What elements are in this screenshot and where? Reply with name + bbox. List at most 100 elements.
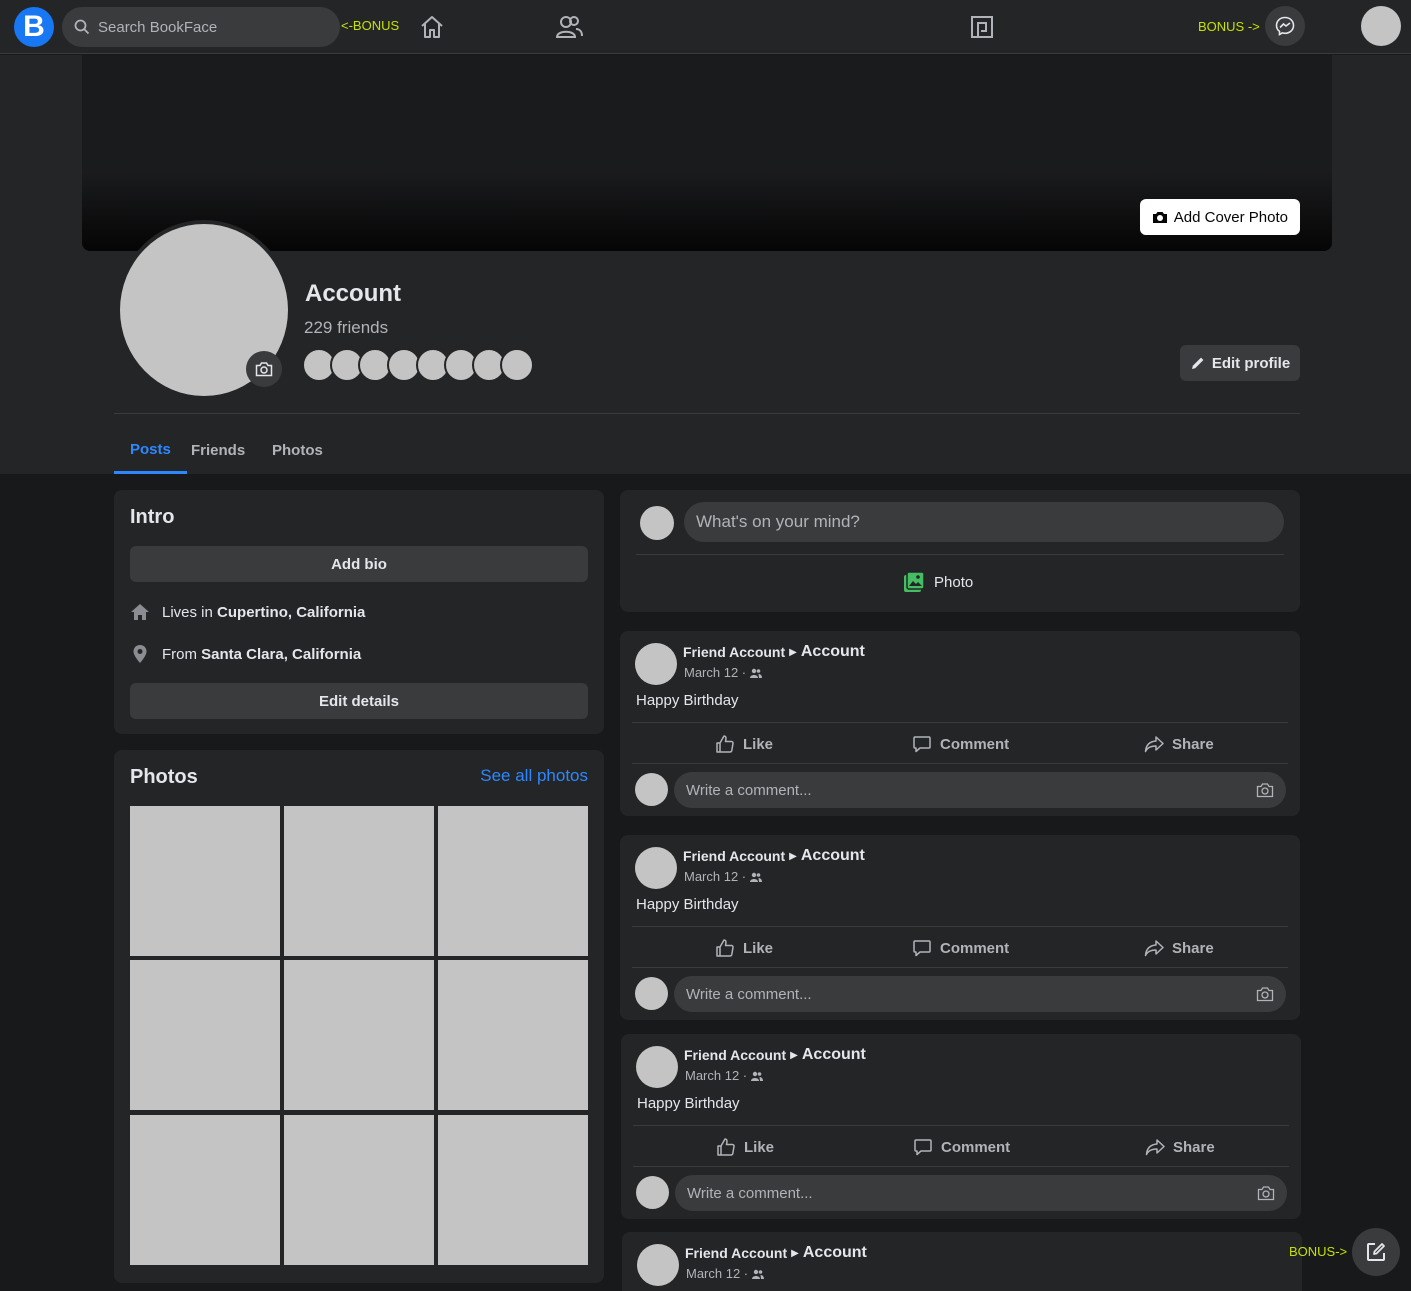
camera-icon[interactable] (1257, 1185, 1275, 1201)
composer-avatar[interactable] (640, 506, 674, 540)
gaming-nav-button[interactable] (962, 7, 1002, 47)
like-button[interactable]: Like (716, 1137, 774, 1157)
from-place[interactable]: Santa Clara, California (201, 646, 361, 663)
commenter-avatar[interactable] (636, 1176, 669, 1209)
camera-icon[interactable] (1256, 986, 1274, 1002)
lives-in-prefix: Lives in (162, 603, 213, 621)
photo-thumbnail[interactable] (284, 806, 434, 956)
photo-thumbnail[interactable] (130, 806, 280, 956)
photo-label: Photo (934, 573, 974, 591)
post-author-name[interactable]: Friend Account (683, 848, 785, 864)
photo-thumbnail[interactable] (438, 1115, 588, 1265)
post-date[interactable]: March 12 · (684, 665, 746, 680)
home-icon (421, 16, 443, 38)
lives-in-row: Lives in Cupertino, California (130, 602, 365, 622)
post-date[interactable]: March 12 · (684, 869, 746, 884)
profile-header: Add Cover Photo Account 229 friends Edit… (0, 55, 1411, 474)
photo-button[interactable]: Photo (902, 570, 973, 594)
account-avatar[interactable] (1361, 6, 1401, 46)
comment-input[interactable]: Write a comment... (674, 976, 1286, 1012)
messenger-button[interactable] (1265, 6, 1305, 46)
caret-right-icon: ▶ (791, 1247, 799, 1259)
search-bar[interactable] (62, 7, 340, 47)
post-author-name[interactable]: Friend Account (684, 1047, 786, 1063)
photo-thumbnail[interactable] (438, 806, 588, 956)
photo-icon (904, 571, 925, 592)
photo-thumbnail[interactable] (438, 960, 588, 1110)
post-author-name[interactable]: Friend Account (685, 1245, 787, 1261)
pencil-icon (1191, 357, 1204, 369)
post-author-avatar[interactable] (635, 643, 677, 685)
lives-in-place[interactable]: Cupertino, California (217, 604, 365, 621)
friends-icon (555, 16, 583, 38)
bonus-label-right: BONUS -> (1198, 19, 1260, 34)
divider (633, 1166, 1289, 1167)
post-target-name[interactable]: Account (801, 847, 865, 865)
photo-thumbnail[interactable] (130, 1115, 280, 1265)
post-text: Happy Birthday (636, 896, 739, 913)
add-bio-button[interactable]: Add bio (130, 546, 588, 582)
post-target-name[interactable]: Account (803, 1244, 867, 1262)
edit-details-button[interactable]: Edit details (130, 683, 588, 719)
add-cover-photo-label: Add Cover Photo (1173, 208, 1288, 226)
comment-button[interactable]: Comment (913, 1137, 1010, 1157)
divider (114, 413, 1300, 414)
whats-on-your-mind-input[interactable]: What's on your mind? (684, 502, 1284, 542)
like-icon (716, 735, 734, 753)
share-button[interactable]: Share (1144, 938, 1214, 958)
update-profile-picture-button[interactable] (246, 351, 282, 387)
post-card: Friend Account ▶ Account March 12 · Happ… (620, 835, 1300, 1020)
friends-count[interactable]: 229 friends (304, 318, 388, 338)
post-target-name[interactable]: Account (802, 1046, 866, 1064)
like-button[interactable]: Like (715, 734, 773, 754)
post-text: Happy Birthday (637, 1095, 740, 1112)
comment-icon (913, 940, 931, 957)
post-author-avatar[interactable] (635, 847, 677, 889)
photo-thumbnail[interactable] (130, 960, 280, 1110)
comment-placeholder: Write a comment... (686, 781, 812, 799)
cover-photo: Add Cover Photo (82, 55, 1332, 251)
comment-placeholder: Write a comment... (687, 1184, 813, 1202)
like-icon (716, 939, 734, 957)
group-audience-icon (750, 668, 763, 678)
commenter-avatar[interactable] (635, 773, 668, 806)
post-date[interactable]: March 12 · (685, 1068, 747, 1083)
comment-input[interactable]: Write a comment... (675, 1175, 1287, 1211)
comment-placeholder: Write a comment... (686, 985, 812, 1003)
friends-nav-button[interactable] (549, 7, 589, 47)
intro-title: Intro (130, 506, 175, 528)
edit-profile-button[interactable]: Edit profile (1180, 345, 1300, 381)
search-input[interactable] (98, 18, 318, 36)
comment-button[interactable]: Comment (912, 938, 1009, 958)
tab-friends[interactable]: Friends (175, 427, 261, 474)
edit-compose-icon (1367, 1243, 1385, 1261)
share-icon (1144, 940, 1164, 957)
share-button[interactable]: Share (1144, 734, 1214, 754)
comment-input[interactable]: Write a comment... (674, 772, 1286, 808)
comment-button[interactable]: Comment (912, 734, 1009, 754)
post-author-avatar[interactable] (637, 1244, 679, 1286)
tab-photos[interactable]: Photos (256, 427, 339, 474)
comment-label: Comment (940, 735, 1010, 753)
like-button[interactable]: Like (715, 938, 773, 958)
commenter-avatar[interactable] (635, 977, 668, 1010)
post-date[interactable]: March 12 · (686, 1266, 748, 1281)
post-author-avatar[interactable] (636, 1046, 678, 1088)
photo-thumbnail[interactable] (284, 1115, 434, 1265)
location-pin-icon (133, 645, 147, 663)
post-target-name[interactable]: Account (801, 643, 865, 661)
photo-thumbnail[interactable] (284, 960, 434, 1110)
post-meta: March 12 · (686, 1266, 765, 1281)
post-author-name[interactable]: Friend Account (683, 644, 785, 660)
friend-avatar[interactable] (500, 348, 534, 382)
add-cover-photo-button[interactable]: Add Cover Photo (1139, 199, 1300, 235)
new-message-button[interactable] (1352, 1228, 1400, 1276)
camera-icon[interactable] (1256, 782, 1274, 798)
share-label: Share (1173, 1138, 1215, 1156)
see-all-photos-link[interactable]: See all photos (480, 766, 588, 786)
share-button[interactable]: Share (1145, 1137, 1215, 1157)
home-nav-button[interactable] (412, 7, 452, 47)
bookface-logo[interactable]: B (14, 7, 54, 47)
divider (632, 763, 1288, 764)
edit-profile-label: Edit profile (1211, 354, 1291, 372)
